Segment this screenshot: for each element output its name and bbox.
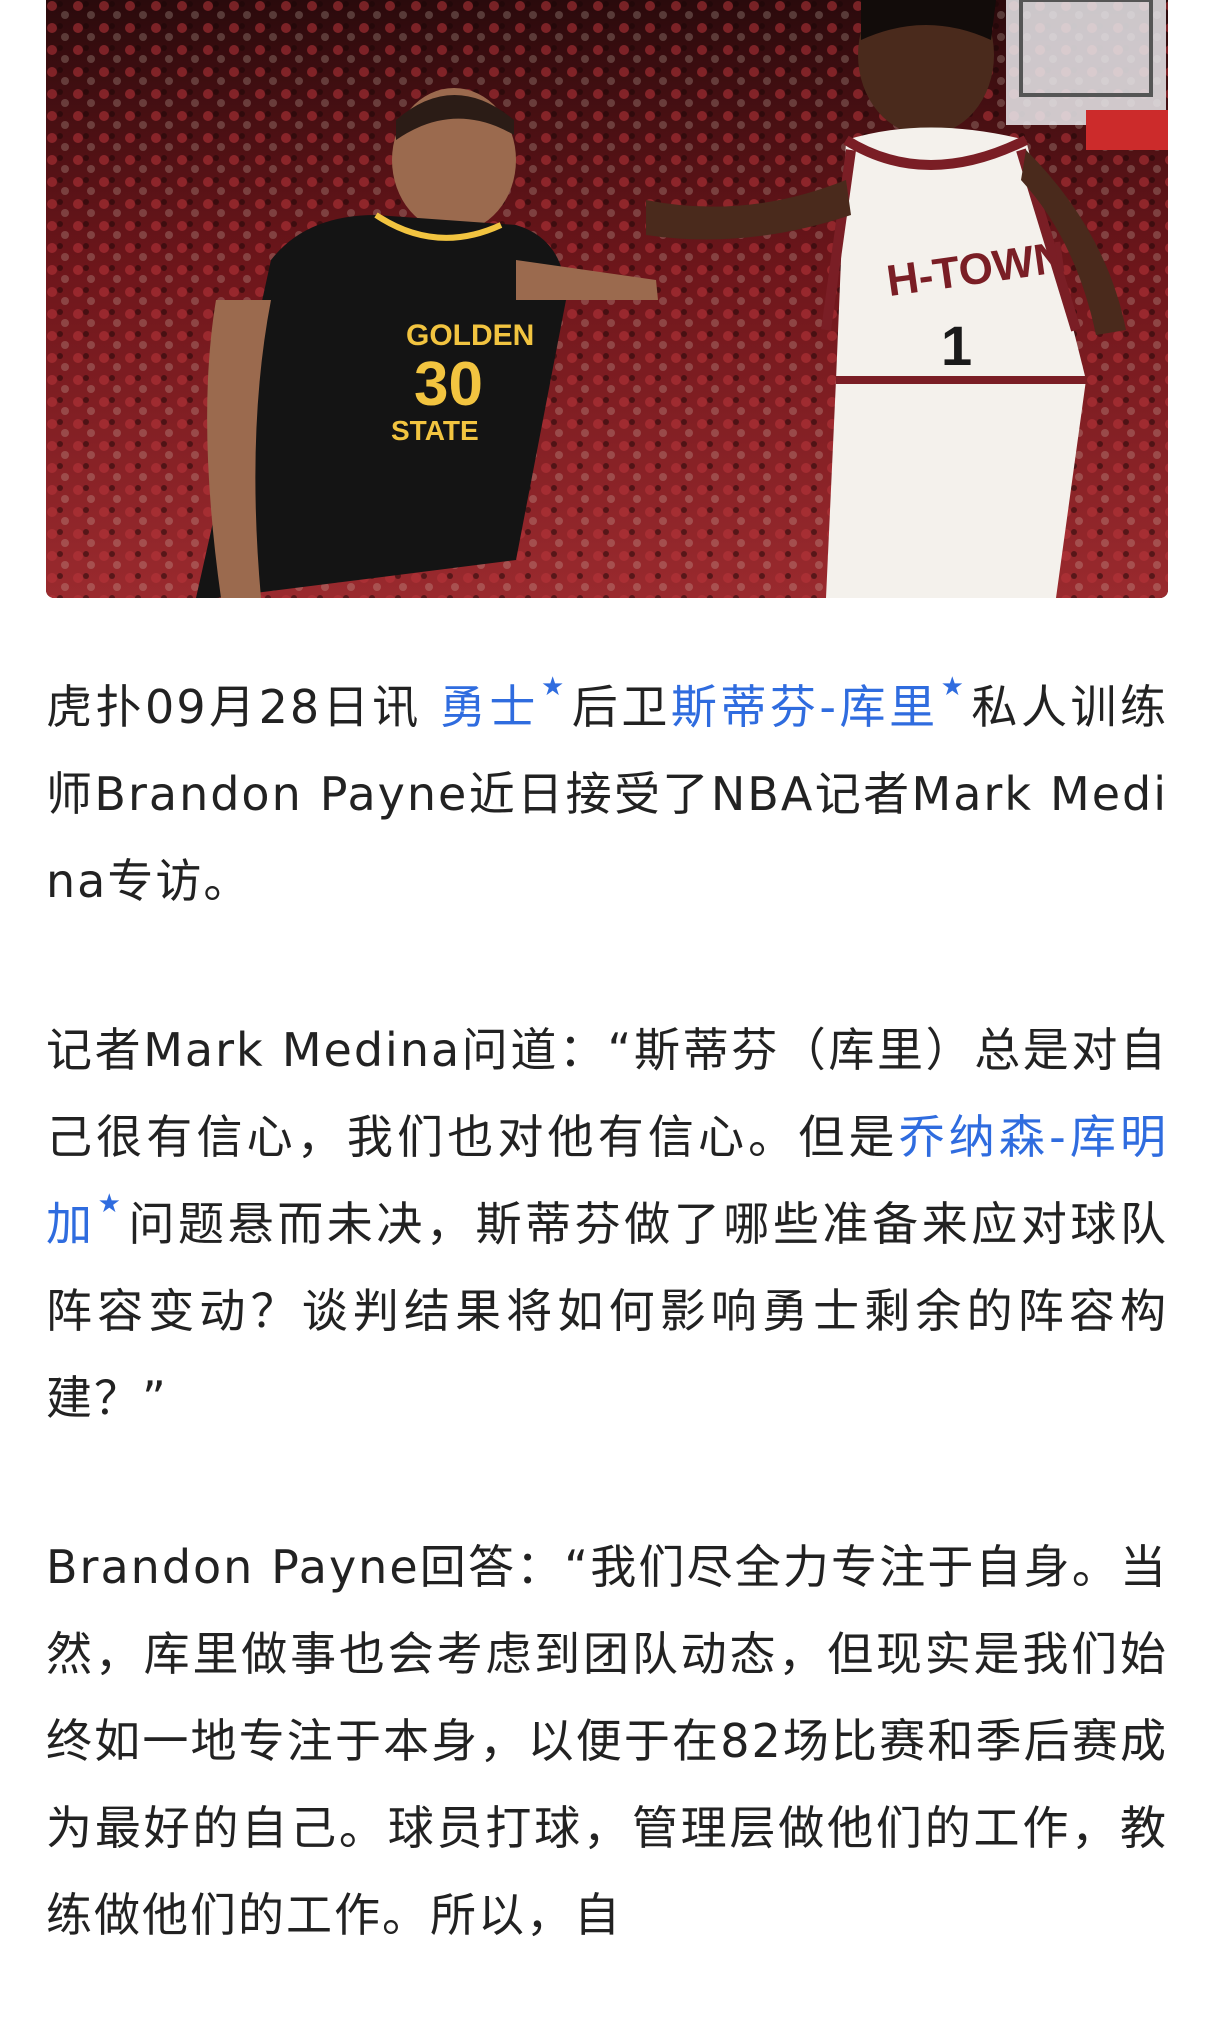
- paragraph-text: 虎扑09月28日讯: [46, 680, 440, 734]
- paragraph-2: 记者Mark Medina问道：“斯蒂芬（库里）总是对自己很有信心，我们也对他有…: [46, 1007, 1168, 1442]
- star-icon[interactable]: ★: [541, 664, 566, 710]
- jersey-team-text: GOLDEN: [406, 319, 534, 352]
- basketball-photo: GOLDEN 30 STATE H-TOWN 1: [46, 0, 1168, 598]
- jersey-city-text: STATE: [391, 415, 479, 446]
- team-link-warriors[interactable]: 勇士: [440, 680, 539, 734]
- hero-image[interactable]: GOLDEN 30 STATE H-TOWN 1: [46, 0, 1168, 598]
- paragraph-text: 后卫: [570, 680, 671, 734]
- star-icon[interactable]: ★: [98, 1181, 123, 1227]
- player-link-curry[interactable]: 斯蒂芬-库里: [671, 680, 939, 734]
- paragraph-1: 虎扑09月28日讯 勇士★后卫斯蒂芬-库里★私人训练师Brandon Payne…: [46, 664, 1168, 925]
- article-body: 虎扑09月28日讯 勇士★后卫斯蒂芬-库里★私人训练师Brandon Payne…: [46, 664, 1168, 2041]
- paragraph-text: 问题悬而未决，斯蒂芬做了哪些准备来应对球队阵容变动？谈判结果将如何影响勇士剩余的…: [46, 1197, 1169, 1425]
- jersey-number-text-right: 1: [941, 314, 972, 377]
- star-icon[interactable]: ★: [941, 664, 966, 710]
- paragraph-text: Brandon Payne回答：“我们尽全力专注于自身。当然，库里做事也会考虑到…: [46, 1540, 1168, 1942]
- paragraph-3: Brandon Payne回答：“我们尽全力专注于自身。当然，库里做事也会考虑到…: [46, 1524, 1168, 1959]
- jersey-number-text: 30: [414, 350, 483, 419]
